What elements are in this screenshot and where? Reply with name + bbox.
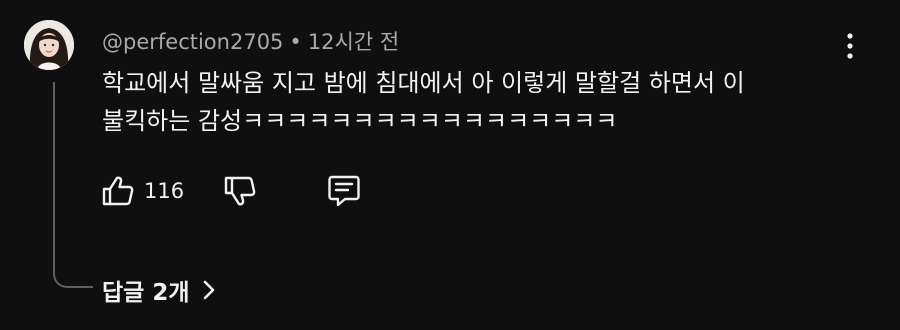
more-options-button[interactable] (836, 31, 864, 61)
comment-timestamp[interactable]: 12시간 전 (308, 30, 399, 54)
dislike-button[interactable] (222, 173, 258, 209)
avatar-image (24, 20, 74, 70)
thumbs-down-icon (224, 176, 256, 206)
like-count: 116 (144, 179, 185, 203)
view-replies-button[interactable]: 답글 2개 (102, 273, 216, 307)
meta-separator: • (289, 30, 302, 54)
like-button[interactable]: 116 (100, 173, 184, 209)
author-handle[interactable]: @perfection2705 (102, 30, 283, 54)
comment-text-line: 불킥하는 감성ㅋㅋㅋㅋㅋㅋㅋㅋㅋㅋㅋㅋㅋㅋㅋㅋㅋ (102, 107, 618, 135)
reply-button[interactable] (326, 173, 362, 209)
avatar[interactable] (24, 20, 74, 70)
comment-text-line: 학교에서 말싸움 지고 밤에 침대에서 아 이렇게 말할걸 하면서 이 (102, 69, 745, 97)
more-vert-icon (847, 33, 853, 59)
thumbs-up-icon (102, 176, 134, 206)
comment-text: 학교에서 말싸움 지고 밤에 침대에서 아 이렇게 말할걸 하면서 이 불킥하는… (102, 64, 862, 140)
reply-thread-line (53, 82, 93, 288)
replies-label: 답글 2개 (102, 280, 190, 306)
comment-actions: 116 (100, 172, 362, 210)
chevron-right-icon (203, 280, 214, 300)
comment-reply-icon (328, 175, 360, 207)
comment-meta: @perfection2705 • 12시간 전 (102, 26, 399, 56)
